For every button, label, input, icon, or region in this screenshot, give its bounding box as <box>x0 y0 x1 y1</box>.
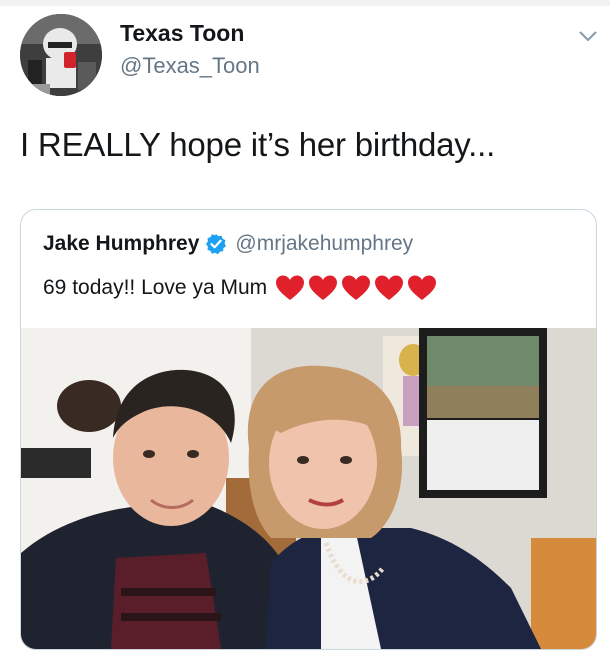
quoted-author-name[interactable]: Jake Humphrey <box>43 232 199 256</box>
top-divider <box>0 0 610 6</box>
heart-emoji-icon <box>309 275 338 300</box>
heart-emoji-icon <box>375 275 404 300</box>
quoted-tweet-photo[interactable] <box>21 328 596 649</box>
heart-emoji-icon <box>276 275 305 300</box>
quoted-author-handle[interactable]: @mrjakehumphrey <box>235 232 413 256</box>
tweet-text: I REALLY hope it’s her birthday... <box>20 126 496 163</box>
quoted-tweet-card[interactable]: Jake Humphrey @mrjakehumphrey 69 today!!… <box>20 209 597 650</box>
author-handle[interactable]: @Texas_Toon <box>120 53 260 79</box>
quoted-tweet-text: 69 today!! Love ya Mum <box>43 276 268 299</box>
verified-badge-icon <box>206 234 227 255</box>
selfie-photo <box>21 328 596 649</box>
avatar-image <box>20 14 102 96</box>
heart-emoji-icon <box>342 275 371 300</box>
author-name[interactable]: Texas Toon <box>120 20 244 47</box>
quoted-tweet-text-row: 69 today!! Love ya Mum <box>43 274 440 302</box>
quoted-tweet-header: Jake Humphrey @mrjakehumphrey <box>43 230 413 258</box>
heart-emoji-icon <box>408 275 437 300</box>
chevron-down-icon[interactable] <box>576 26 600 46</box>
heart-emojis <box>275 274 440 302</box>
avatar[interactable] <box>20 14 102 96</box>
